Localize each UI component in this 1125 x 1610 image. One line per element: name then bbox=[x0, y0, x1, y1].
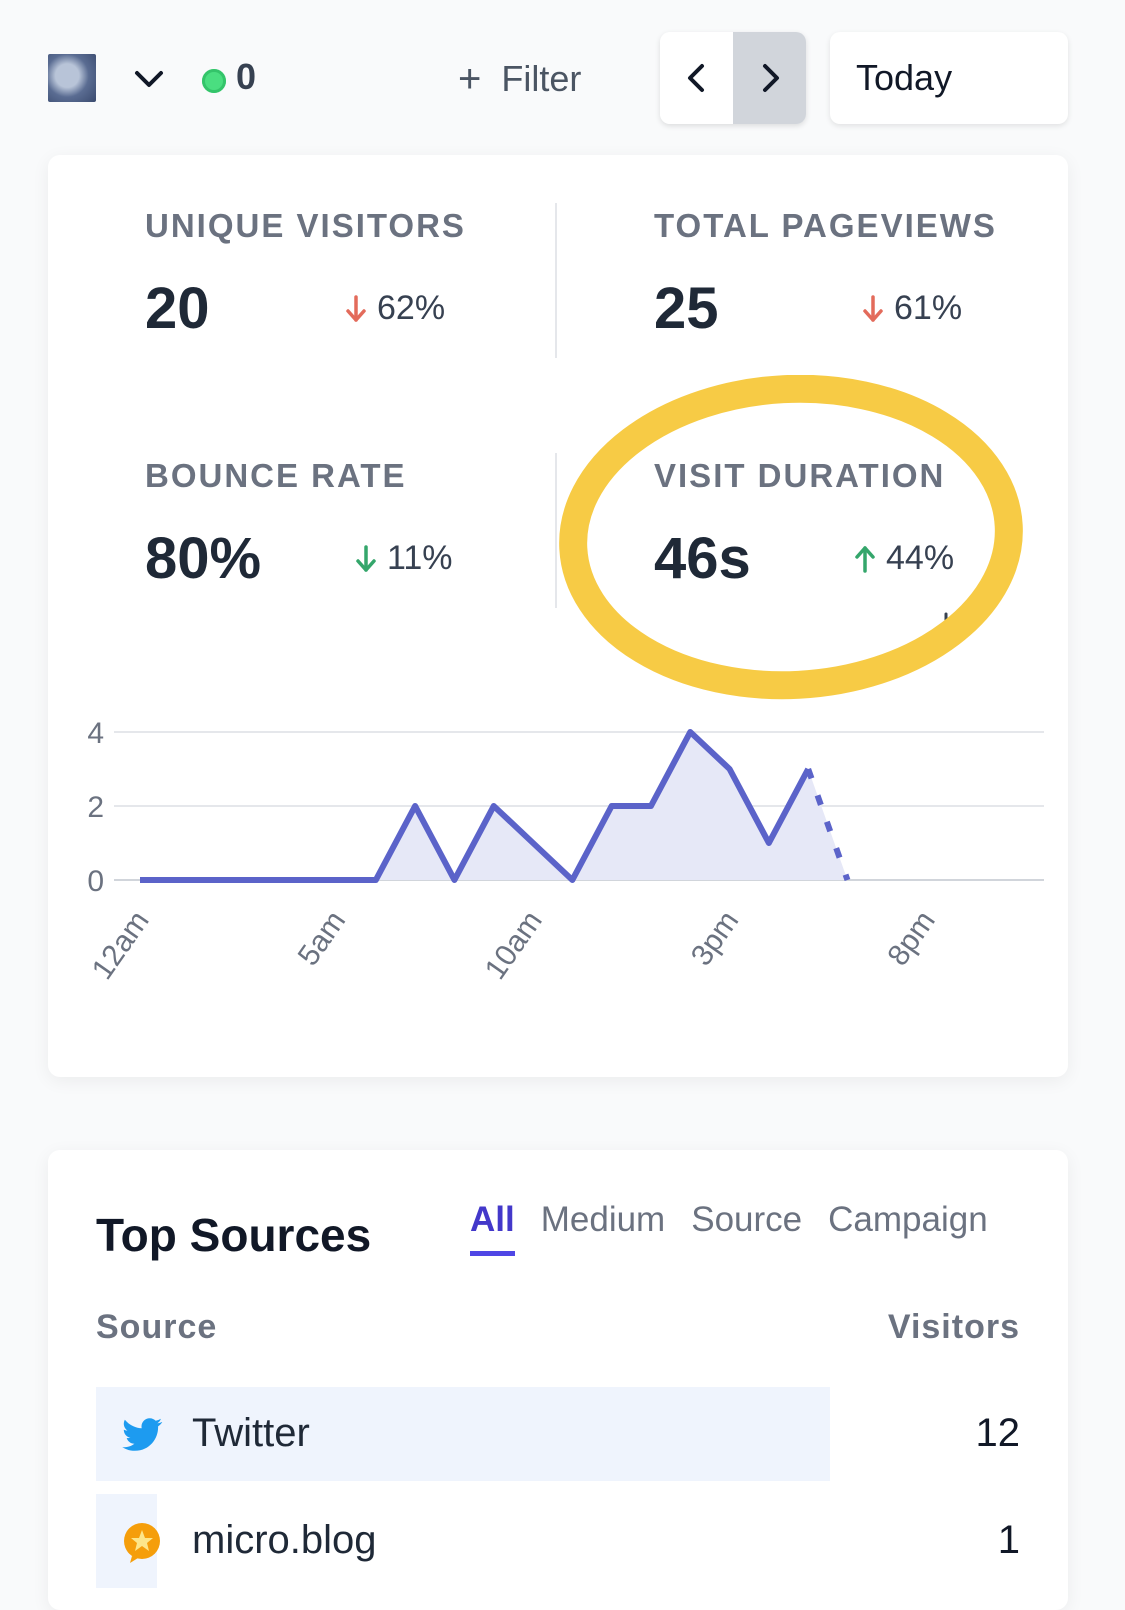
filter-button[interactable]: + Filter bbox=[458, 54, 581, 104]
source-name: Twitter bbox=[192, 1411, 310, 1455]
previous-period-button[interactable] bbox=[660, 32, 733, 124]
source-row-micro-blog[interactable]: micro.blog 1 bbox=[96, 1494, 1020, 1588]
y-axis: 0 2 4 bbox=[87, 717, 104, 898]
period-picker-button[interactable]: Today bbox=[830, 32, 1068, 124]
stat-change: 61% bbox=[862, 289, 962, 328]
column-header-visitors: Visitors bbox=[887, 1308, 1020, 1346]
chevron-left-icon bbox=[687, 64, 704, 92]
arrow-down-icon bbox=[346, 294, 366, 322]
top-sources-card: Top Sources All Medium Source Campaign S… bbox=[48, 1150, 1068, 1610]
tab-all[interactable]: All bbox=[470, 1200, 515, 1256]
source-visitors: 1 bbox=[997, 1518, 1020, 1562]
chevron-right-icon bbox=[762, 64, 779, 92]
live-status-dot bbox=[202, 69, 226, 93]
chart-grid bbox=[114, 731, 1044, 881]
source-name: micro.blog bbox=[192, 1518, 377, 1562]
stat-unique-visitors[interactable]: UNIQUE VISITORS 20 62% bbox=[145, 207, 505, 341]
stat-change-value: 62% bbox=[377, 289, 446, 327]
stat-divider bbox=[555, 203, 557, 358]
stat-visit-duration[interactable]: VISIT DURATION 46s 44% bbox=[654, 457, 1034, 591]
x-tick-label: 8pm bbox=[881, 905, 942, 972]
stat-change: 11% bbox=[355, 539, 453, 578]
arrow-down-icon bbox=[863, 294, 883, 322]
stat-divider bbox=[555, 453, 557, 608]
y-tick-label: 2 bbox=[87, 791, 104, 824]
stat-value: 46s bbox=[654, 526, 751, 591]
visitors-chart[interactable]: 0 2 4 12am 5am 10am 3pm 8pm bbox=[48, 695, 1068, 1055]
stat-value: 25 bbox=[654, 276, 719, 341]
x-tick-label: 3pm bbox=[685, 905, 746, 972]
plus-icon: + bbox=[458, 57, 482, 101]
stat-label: BOUNCE RATE bbox=[145, 457, 407, 494]
stat-label: VISIT DURATION bbox=[654, 457, 946, 494]
highlight-circle bbox=[559, 375, 1023, 700]
tab-medium[interactable]: Medium bbox=[541, 1200, 665, 1256]
tab-source[interactable]: Source bbox=[691, 1200, 802, 1256]
x-axis: 12am 5am 10am 3pm 8pm bbox=[86, 905, 942, 985]
pointer-cursor-icon bbox=[936, 612, 956, 644]
stat-change-value: 44% bbox=[886, 539, 955, 577]
arrow-down-icon bbox=[356, 544, 376, 572]
live-visitor-count[interactable]: 0 bbox=[236, 56, 256, 98]
section-title: Top Sources bbox=[96, 1209, 372, 1261]
x-tick-label: 12am bbox=[86, 905, 156, 985]
stat-label: UNIQUE VISITORS bbox=[145, 207, 466, 244]
site-favicon[interactable] bbox=[48, 54, 96, 102]
column-header-source: Source bbox=[96, 1308, 218, 1346]
stat-bounce-rate[interactable]: BOUNCE RATE 80% 11% bbox=[145, 457, 505, 591]
source-visitors: 12 bbox=[975, 1411, 1021, 1455]
twitter-icon bbox=[122, 1418, 163, 1451]
filter-label: Filter bbox=[501, 58, 582, 99]
stat-label: TOTAL PAGEVIEWS bbox=[654, 207, 997, 244]
stat-change-value: 11% bbox=[387, 539, 453, 577]
micro-blog-icon bbox=[124, 1523, 160, 1563]
y-tick-label: 0 bbox=[87, 865, 104, 898]
stat-total-pageviews[interactable]: TOTAL PAGEVIEWS 25 61% bbox=[654, 207, 1034, 341]
stat-value: 20 bbox=[145, 276, 210, 341]
stats-card: UNIQUE VISITORS 20 62% TOTAL PAGEVIEWS 2… bbox=[48, 155, 1068, 1077]
sources-tabs: All Medium Source Campaign bbox=[470, 1200, 988, 1256]
stat-change-value: 61% bbox=[894, 289, 963, 327]
stat-value: 80% bbox=[145, 526, 262, 591]
top-bar: 0 + Filter Today bbox=[0, 0, 1125, 150]
y-tick-label: 4 bbox=[87, 717, 104, 750]
tab-campaign[interactable]: Campaign bbox=[828, 1200, 988, 1256]
next-period-button[interactable] bbox=[733, 32, 806, 124]
chevron-down-icon[interactable] bbox=[132, 62, 166, 96]
stat-change: 62% bbox=[345, 289, 445, 328]
arrow-up-icon bbox=[855, 545, 875, 573]
x-tick-label: 5am bbox=[292, 905, 353, 972]
x-tick-label: 10am bbox=[479, 905, 549, 985]
source-row-twitter[interactable]: Twitter 12 bbox=[96, 1387, 1020, 1481]
period-navigation bbox=[660, 32, 806, 124]
stat-change: 44% bbox=[854, 539, 954, 578]
